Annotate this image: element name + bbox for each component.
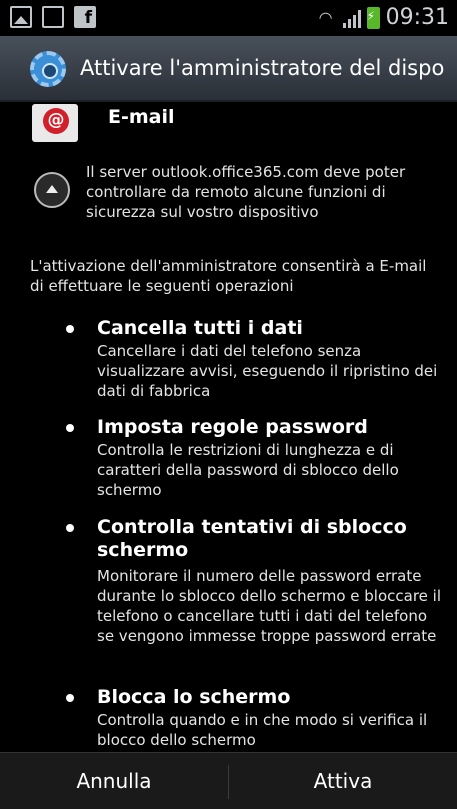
server-message: Il server outlook.office365.com deve pot… [86,163,406,221]
scroll-content[interactable]: @ E-mail Il server outlook.office365.com… [0,104,457,752]
system-icons: ◠ 09:31 [315,5,449,30]
permission-description: Controlla le restrizioni di lunghezza e … [97,441,399,499]
settings-gear-icon [30,51,66,87]
action-bar: Annulla Attiva [0,752,457,809]
status-bar: f ◠ 09:31 [0,0,457,36]
wifi-icon: ◠ [318,7,333,27]
clock: 09:31 [385,5,449,30]
bullet-icon [66,325,74,333]
bullet-icon [66,524,74,532]
email-app-icon: @ [32,104,78,142]
permission-description: Monitorare il numero delle password erra… [97,567,442,645]
activate-button[interactable]: Attiva [229,753,457,809]
notification-icons: f [10,6,96,28]
battery-charging-icon [366,6,380,29]
permission-description: Cancellare i dati del telefono senza vis… [97,342,438,400]
app-name: E-mail [108,106,175,128]
cancel-button[interactable]: Annulla [0,753,228,809]
facebook-icon: f [74,6,96,28]
page-title: Attivare l'amministratore del dispo [80,56,445,80]
title-bar: Attivare l'amministratore del dispo [0,36,457,102]
intro-text: L'attivazione dell'amministratore consen… [30,257,427,295]
permission-title: Blocca lo schermo [97,686,291,708]
permission-description: Controlla quando e in che modo si verifi… [97,711,428,749]
gallery-icon [10,6,32,28]
usb-debug-icon [42,6,64,28]
permission-title: Cancella tutti i dati [97,317,303,339]
bullet-icon [66,694,74,702]
permission-title: Controlla tentativi di sblocco schermo [97,516,407,561]
signal-icon [342,8,361,28]
expand-collapse-icon[interactable] [34,172,70,208]
bullet-icon [66,424,74,432]
permission-title: Imposta regole password [97,416,368,438]
